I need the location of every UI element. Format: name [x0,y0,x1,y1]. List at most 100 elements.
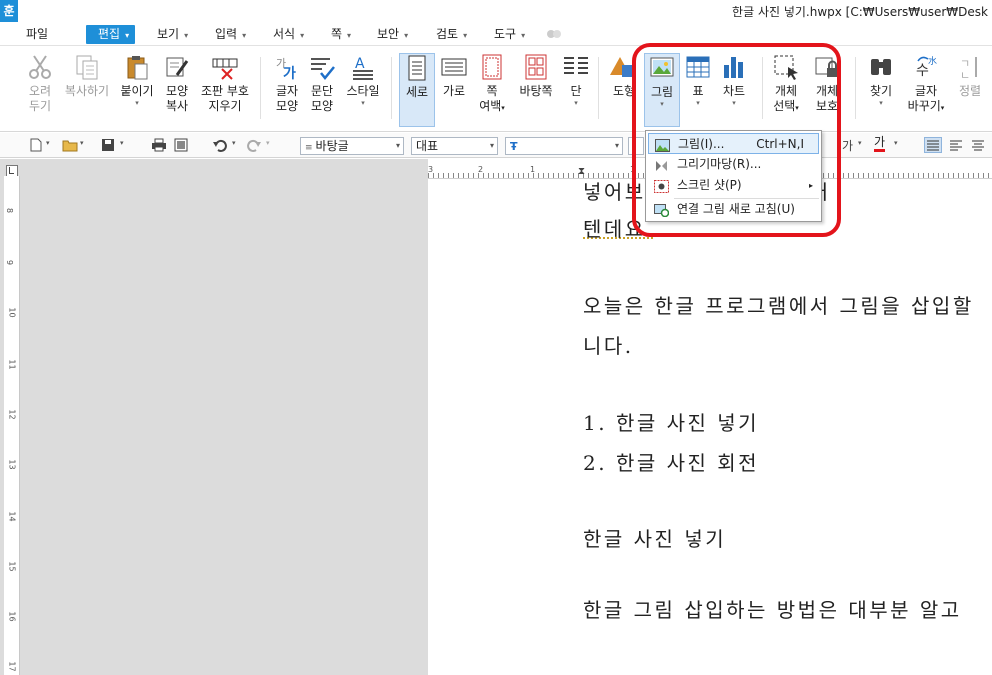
window-title: 한글 사진 넣기.hwpx [C:₩Users₩user₩Desk [732,5,988,19]
paste-button[interactable]: 붙이기 ▾ [118,53,156,108]
font-color-dropdown-icon[interactable]: ▾ [894,139,898,147]
portrait-button[interactable]: 세로 [399,53,435,127]
char-shape-button[interactable]: 가가 글자 모양 [271,53,303,114]
redo-icon[interactable] [246,138,262,152]
ruler-number: 12 [7,409,17,420]
sort-button[interactable]: ㄱㄴ 정렬 [954,53,986,99]
print-icon[interactable] [151,138,167,152]
replace-button[interactable]: 수水 글자 바꾸기▾ [906,53,946,116]
page-margin-button[interactable]: 쪽 여백▾ [476,53,508,116]
app-logo-icon: 훈 [0,0,18,22]
char-spacing-icon[interactable]: 가 [842,137,853,154]
para-shape-button[interactable]: 문단 모양 [306,53,338,114]
highlight-annotation [632,43,841,237]
ruler-number: 15 [7,561,17,572]
menu-security[interactable]: 보안 ▾ [377,25,408,44]
doc-line: 한글 사진 넣기 [583,527,727,551]
ribbon-separator [598,57,599,119]
ruler-number: 8 [5,207,15,214]
formatting-toolbar: ▾ ▾ ▾ ▾ ▾ ≡ 바탕글 ▾ 대표 ▾ Ŧ ▾ 가 ▾ 가 ▾ [0,133,992,158]
menu-view[interactable]: 보기 ▾ [157,25,188,44]
new-document-dropdown-icon[interactable]: ▾ [46,139,50,147]
redo-dropdown-icon[interactable]: ▾ [266,139,270,147]
ruler-number: 9 [5,259,15,266]
workspace-background [0,159,428,675]
portrait-page-icon [403,54,431,82]
char-shape-icon: 가가 [273,53,301,82]
doc-line: 2. 한글 사진 회전 [583,451,760,475]
columns-icon [562,53,590,81]
doc-line: 한글 그림 삽입하는 방법은 대부분 알고 [583,598,962,622]
left-align-icon[interactable] [948,138,964,152]
title-bar: 훈 한글 사진 넣기.hwpx [C:₩Users₩user₩Desk [0,0,992,22]
menu-review[interactable]: 검토 ▾ [436,25,467,44]
center-align-icon[interactable] [970,138,986,152]
open-folder-icon[interactable] [62,138,78,152]
ribbon-separator [260,57,261,119]
ribbon: 오려 두기 복사하기 붙이기 ▾ 모양 복사 조판 부호 지우기 가가 글자 모양 [0,47,992,132]
ruler-number: 2 [478,165,484,174]
char-spacing-dropdown-icon[interactable]: ▾ [858,139,862,147]
preview-icon[interactable] [173,138,189,152]
cut-button[interactable]: 오려 두기 [24,53,56,114]
format-copy-button[interactable]: 모양 복사 [160,53,194,114]
master-page-icon [522,53,550,81]
binoculars-icon [867,53,895,81]
ruler-number: 1 [530,165,536,174]
doc-line: 니다. [583,334,634,358]
help-icon[interactable] [546,27,562,41]
ribbon-separator [391,57,392,119]
font-color-icon[interactable]: 가 [874,136,886,152]
vertical-ruler: 8 9 10 11 12 13 14 15 16 17 [4,176,20,675]
doc-line: 1. 한글 사진 넣기 [583,411,760,435]
svg-text:水: 水 [928,55,937,67]
svg-text:ㄴ: ㄴ [960,69,970,81]
ruler-number: 10 [7,307,17,318]
justify-align-icon[interactable] [924,137,942,153]
menu-page[interactable]: 쪽 ▾ [331,25,351,44]
menu-file[interactable]: 파일 [26,25,48,44]
format-painter-icon [163,53,191,81]
ribbon-separator [855,57,856,119]
replace-icon: 수水 [912,53,940,81]
ruler-number: 3 [428,165,434,174]
save-dropdown-icon[interactable]: ▾ [120,139,124,147]
columns-button[interactable]: 단 ▾ [562,53,590,108]
truetype-font-icon: Ŧ [510,140,518,153]
style-combo[interactable]: ≡ 바탕글 ▾ [300,137,404,155]
undo-dropdown-icon[interactable]: ▾ [232,139,236,147]
font-language-combo[interactable]: 대표 ▾ [411,137,498,155]
font-combo[interactable]: Ŧ ▾ [505,137,623,155]
ruler-number: 11 [7,359,17,370]
ruler-number: 16 [7,611,17,622]
scissors-icon [26,53,54,81]
style-icon: ≡ [305,143,313,153]
copy-icon [73,53,101,81]
menu-tools[interactable]: 도구 ▾ [494,25,525,44]
save-icon[interactable] [100,138,116,152]
menu-format[interactable]: 서식 ▾ [273,25,304,44]
copy-button[interactable]: 복사하기 [62,53,112,99]
clear-marks-icon [211,53,239,81]
landscape-page-icon [440,53,468,81]
ruler-number: 17 [7,661,17,672]
doc-line: 오늘은 한글 프로그램에서 그림을 삽입할 [583,294,974,318]
undo-icon[interactable] [212,138,228,152]
landscape-button[interactable]: 가로 [438,53,470,99]
menu-insert[interactable]: 입력 ▾ [215,25,246,44]
page-margin-icon [478,53,506,81]
master-page-button[interactable]: 바탕쪽 [516,53,556,99]
para-shape-icon [308,53,336,81]
find-button[interactable]: 찾기 ▾ [866,53,896,108]
style-icon: A [349,53,377,81]
ruler-number: 13 [7,459,17,470]
style-button[interactable]: A 스타일 ▾ [343,53,383,108]
open-dropdown-icon[interactable]: ▾ [80,139,84,147]
menu-edit[interactable]: 편집 ▾ [86,25,136,44]
clipboard-icon [123,53,151,81]
sort-icon: ㄱㄴ [956,53,984,82]
clear-marks-button[interactable]: 조판 부호 지우기 [199,53,251,114]
svg-text:가: 가 [283,66,296,81]
svg-text:A: A [355,56,365,72]
new-document-icon[interactable] [28,138,44,152]
